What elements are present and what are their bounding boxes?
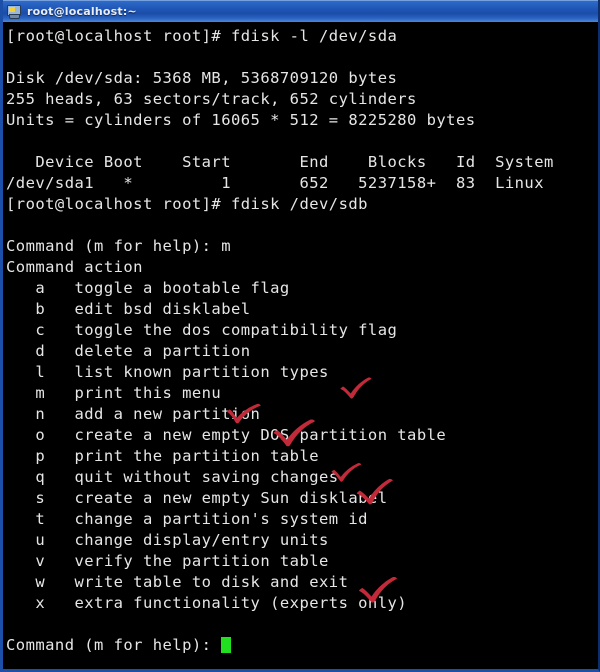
terminal-line-text: [root@localhost root]# fdisk /dev/sdb [6, 195, 368, 213]
terminal-line-text: c toggle the dos compatibility flag [6, 321, 398, 339]
terminal-line-text: o create a new empty DOS partition table [6, 426, 447, 444]
terminal-line [4, 215, 598, 236]
terminal-line [4, 131, 598, 152]
terminal-window: root@localhost:~ [root@localhost root]# … [0, 0, 600, 672]
terminal-line-text: l list known partition types [6, 363, 329, 381]
terminal-line-text: p print the partition table [6, 447, 320, 465]
terminal-line-text [6, 132, 16, 150]
terminal-line-text: Command (m for help): m [6, 237, 231, 255]
terminal-line: v verify the partition table [4, 551, 598, 572]
terminal-line-text: Device Boot Start End Blocks Id System [6, 153, 554, 171]
terminal-line: Command (m for help): m [4, 236, 598, 257]
terminal-line-text: d delete a partition [6, 342, 251, 360]
terminal-line-text: a toggle a bootable flag [6, 279, 290, 297]
terminal-line: Disk /dev/sda: 5368 MB, 5368709120 bytes [4, 68, 598, 89]
terminal-line-text: Command (m for help): [6, 636, 212, 654]
terminal-line: m print this menu [4, 383, 598, 404]
terminal-line: 255 heads, 63 sectors/track, 652 cylinde… [4, 89, 598, 110]
terminal-line-text: [root@localhost root]# fdisk -l /dev/sda [6, 27, 398, 45]
terminal-line-text: w write table to disk and exit [6, 573, 349, 591]
terminal-line: [root@localhost root]# fdisk -l /dev/sda [4, 26, 598, 47]
terminal-line-text: Units = cylinders of 16065 * 512 = 82252… [6, 111, 476, 129]
terminal-line-text: v verify the partition table [6, 552, 329, 570]
terminal-line: s create a new empty Sun disklabel [4, 488, 598, 509]
terminal-body[interactable]: [root@localhost root]# fdisk -l /dev/sda… [3, 22, 598, 669]
terminal-line-text: x extra functionality (experts only) [6, 594, 408, 612]
terminal-line-text: t change a partition's system id [6, 510, 368, 528]
terminal-line-text: b edit bsd disklabel [6, 300, 251, 318]
terminal-line: t change a partition's system id [4, 509, 598, 530]
terminal-line-text: u change display/entry units [6, 531, 329, 549]
window-titlebar[interactable]: root@localhost:~ [3, 0, 598, 22]
terminal-line-text: 255 heads, 63 sectors/track, 652 cylinde… [6, 90, 417, 108]
terminal-line-text [6, 48, 16, 66]
terminal-line: [root@localhost root]# fdisk /dev/sdb [4, 194, 598, 215]
window-title: root@localhost:~ [27, 4, 137, 18]
text-cursor [221, 637, 232, 653]
terminal-line: a toggle a bootable flag [4, 278, 598, 299]
terminal-line: o create a new empty DOS partition table [4, 425, 598, 446]
terminal-line-text: m print this menu [6, 384, 222, 402]
terminal-line: l list known partition types [4, 362, 598, 383]
terminal-line: Command (m for help): [4, 635, 598, 656]
terminal-line: b edit bsd disklabel [4, 299, 598, 320]
terminal-line-text [6, 216, 16, 234]
terminal-line-text: q quit without saving changes [6, 468, 339, 486]
terminal-line: p print the partition table [4, 446, 598, 467]
terminal-line-text: Command action [6, 258, 143, 276]
terminal-line-text: /dev/sda1 * 1 652 5237158+ 83 Linux [6, 174, 544, 192]
terminal-line: w write table to disk and exit [4, 572, 598, 593]
terminal-line: Units = cylinders of 16065 * 512 = 82252… [4, 110, 598, 131]
terminal-line: c toggle the dos compatibility flag [4, 320, 598, 341]
terminal-icon [6, 4, 22, 19]
terminal-line-text: Disk /dev/sda: 5368 MB, 5368709120 bytes [6, 69, 398, 87]
terminal-line [4, 47, 598, 68]
terminal-output: [root@localhost root]# fdisk -l /dev/sda… [4, 26, 598, 656]
terminal-line-text: s create a new empty Sun disklabel [6, 489, 388, 507]
terminal-line [4, 614, 598, 635]
terminal-line: x extra functionality (experts only) [4, 593, 598, 614]
terminal-line: q quit without saving changes [4, 467, 598, 488]
terminal-line: n add a new partition [4, 404, 598, 425]
terminal-line: u change display/entry units [4, 530, 598, 551]
terminal-line: /dev/sda1 * 1 652 5237158+ 83 Linux [4, 173, 598, 194]
terminal-line: Device Boot Start End Blocks Id System [4, 152, 598, 173]
terminal-line: d delete a partition [4, 341, 598, 362]
terminal-line-text: n add a new partition [6, 405, 261, 423]
terminal-line: Command action [4, 257, 598, 278]
terminal-line-text [6, 615, 16, 633]
